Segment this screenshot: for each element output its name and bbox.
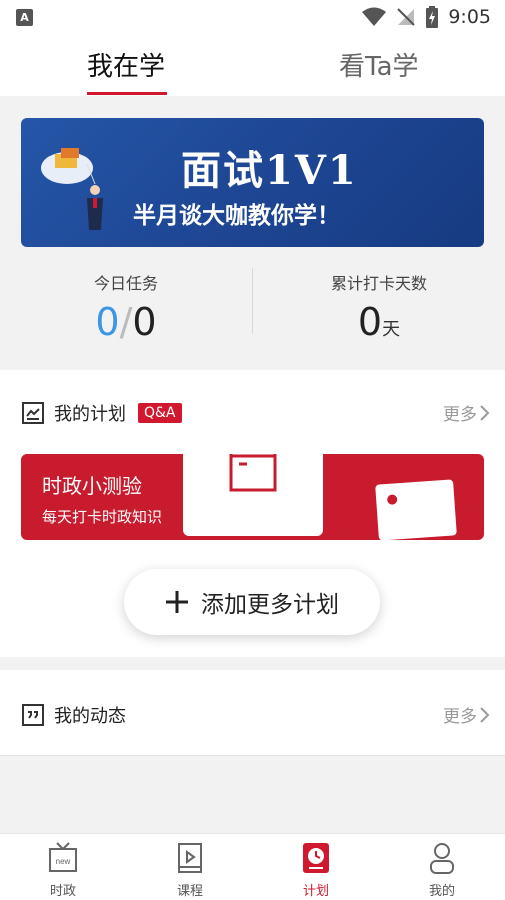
profile-person-icon [430, 843, 454, 874]
bottom-nav: new 时政 课程 计划 我的 [0, 833, 505, 900]
plan-item-quiz[interactable]: 时政小测验 每天打卡时政知识 [21, 454, 484, 540]
plan-more-link[interactable]: 更多 [443, 400, 491, 425]
plan-section-header: 我的计划 Q&A [22, 400, 182, 426]
plan-item-title: 时政小测验 [42, 474, 142, 498]
today-separator: / [119, 300, 133, 344]
plan-section: 我的计划 Q&A 更多 时政小测验 每天打卡时政知识 添加更多计划 [0, 370, 505, 657]
streak-unit: 天 [382, 319, 401, 340]
nav-label-plan: 计划 [302, 884, 329, 899]
plan-item-desc: 每天打卡时政知识 [42, 508, 163, 526]
activity-section-title: 我的动态 [54, 706, 126, 727]
no-signal-icon [397, 8, 416, 26]
streak-label: 累计打卡天数 [330, 274, 427, 293]
status-bar: A 9:05 [0, 0, 505, 36]
activity-section: 我的动态 更多 [0, 670, 505, 756]
plan-section-title: 我的计划 [54, 404, 126, 425]
dot-icon [387, 494, 398, 505]
chevron-right-icon [480, 706, 490, 723]
plan-clock-icon [303, 843, 329, 873]
today-task-stat[interactable]: 今日任务 0/0 [0, 250, 252, 362]
today-task-value: 0/0 [0, 300, 252, 344]
battery-charging-icon [426, 6, 439, 28]
streak-stat[interactable]: 累计打卡天数 0天 [253, 250, 505, 362]
nav-label-profile: 我的 [428, 884, 455, 899]
calendar-icon [229, 454, 277, 492]
quote-icon [22, 704, 44, 726]
wifi-icon [362, 7, 387, 26]
nav-item-plan[interactable]: 计划 [276, 842, 356, 899]
add-plan-button[interactable]: 添加更多计划 [124, 569, 380, 635]
nav-label-news: 时政 [49, 884, 76, 899]
cloud-books-illustration [41, 148, 103, 230]
promo-banner[interactable]: 面试1V1 半月谈大咖教你学！ [21, 118, 484, 247]
plan-illustration-paper [375, 479, 457, 540]
tab-learning[interactable]: 我在学 [87, 46, 165, 96]
app-notification-icon: A [16, 9, 33, 26]
banner-subtitle: 半月谈大咖教你学！ [133, 202, 340, 229]
plan-illustration-card [183, 454, 323, 536]
nav-item-profile[interactable]: 我的 [402, 842, 482, 899]
tab-watch-others[interactable]: 看Ta学 [339, 46, 419, 96]
news-tv-icon: new [49, 842, 77, 872]
today-task-label: 今日任务 [93, 274, 158, 293]
activity-section-header: 我的动态 [22, 702, 126, 728]
active-tab-indicator [87, 92, 167, 95]
svg-text:new: new [56, 857, 71, 866]
qa-badge[interactable]: Q&A [138, 403, 182, 423]
plan-more-label: 更多 [443, 405, 477, 425]
stats-divider [252, 268, 253, 334]
top-tabs: 我在学 看Ta学 [0, 36, 505, 96]
plus-icon [166, 591, 188, 613]
streak-value: 0天 [253, 300, 505, 344]
banner-title: 面试1V1 [181, 147, 358, 194]
nav-label-courses: 课程 [176, 884, 203, 899]
activity-more-label: 更多 [443, 707, 477, 727]
streak-count: 0 [357, 300, 383, 344]
chevron-right-icon [480, 404, 490, 421]
clock: 9:05 [448, 6, 491, 28]
today-done-count: 0 [95, 300, 120, 344]
today-total-count: 0 [132, 300, 157, 344]
add-plan-label: 添加更多计划 [201, 592, 339, 618]
course-book-icon [178, 843, 202, 873]
status-right: 9:05 [362, 6, 491, 28]
nav-item-news[interactable]: new 时政 [23, 842, 103, 899]
nav-item-courses[interactable]: 课程 [150, 842, 230, 899]
activity-more-link[interactable]: 更多 [443, 702, 491, 727]
chart-icon [22, 402, 44, 424]
